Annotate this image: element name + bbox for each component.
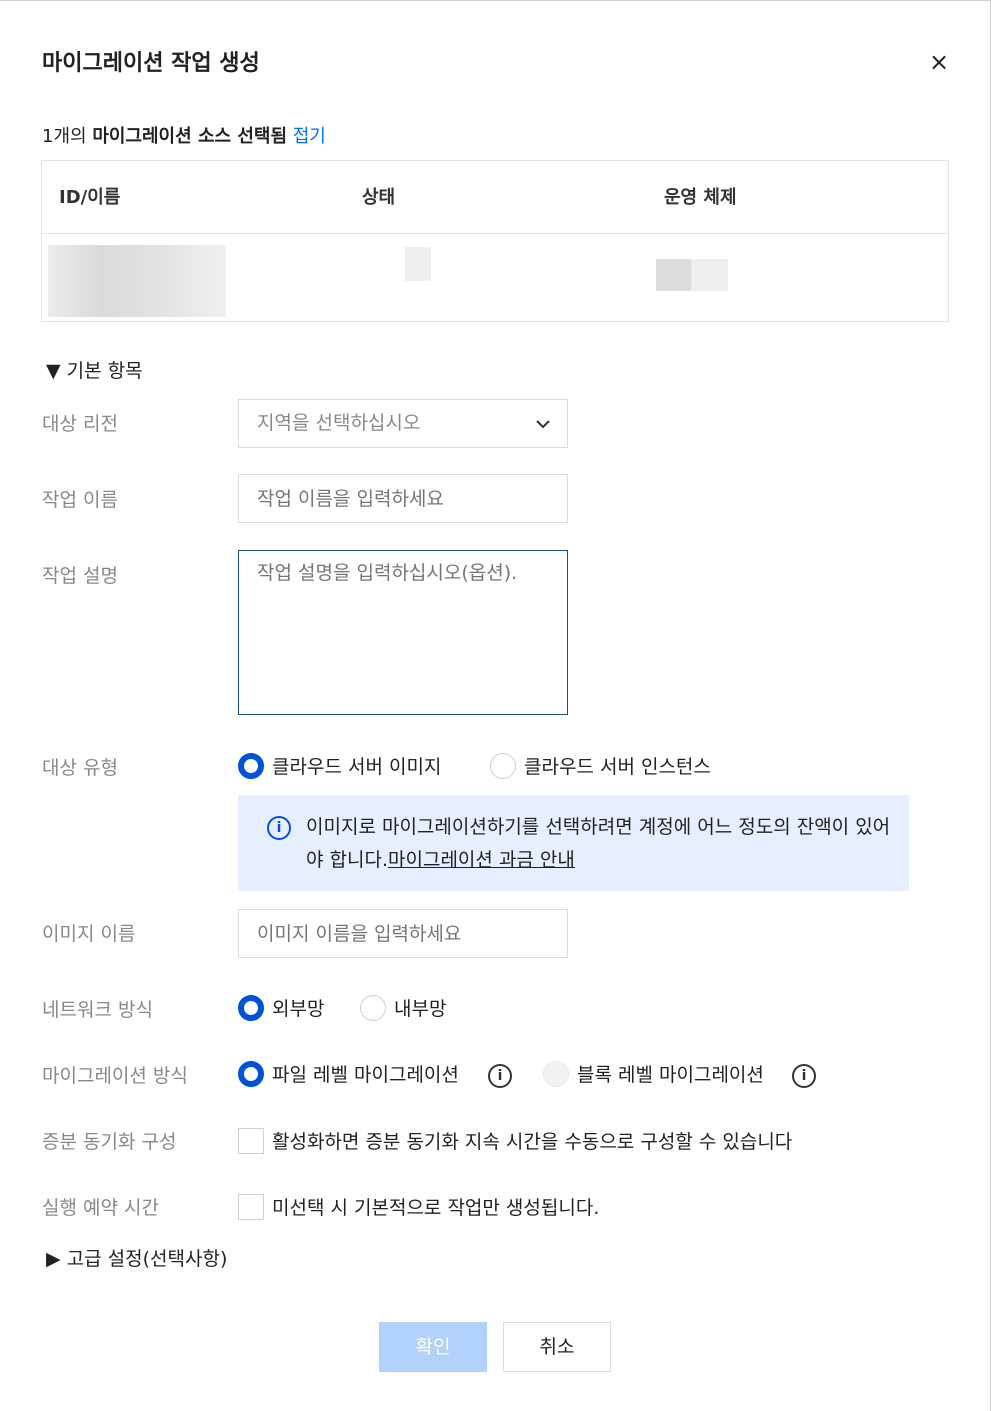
radio-external-network-label[interactable]: 외부망	[272, 994, 324, 1021]
target-type-label: 대상 유형	[42, 757, 118, 779]
redacted-status	[405, 247, 431, 281]
column-os: 운영 체제	[664, 187, 737, 208]
column-status: 상태	[362, 187, 396, 208]
column-id-name: ID/이름	[59, 187, 121, 208]
selected-text: 마이그레이션 소스 선택됨	[92, 126, 288, 147]
incremental-sync-label: 증분 동기화 구성	[42, 1131, 177, 1153]
radio-cloud-instance-label[interactable]: 클라우드 서버 인스턴스	[524, 752, 711, 779]
migration-mode-label: 마이그레이션 방식	[42, 1065, 188, 1087]
job-desc-label: 작업 설명	[42, 565, 118, 587]
job-name-input[interactable]	[238, 474, 568, 523]
notice-text: 이미지로 마이그레이션하기를 선택하려면 계정에 어느 정도의 잔액이 있어야 …	[306, 811, 896, 877]
basic-section-toggle[interactable]: ▼ 기본 항목	[46, 356, 143, 383]
radio-cloud-image-label[interactable]: 클라우드 서버 이미지	[272, 752, 441, 779]
redacted-os	[656, 259, 728, 291]
radio-internal-network[interactable]	[360, 995, 386, 1021]
image-name-input[interactable]	[238, 909, 568, 958]
job-name-label: 작업 이름	[42, 489, 118, 511]
create-migration-job-dialog: 마이그레이션 작업 생성 × 1개의 마이그레이션 소스 선택됨 접기 ID/이…	[0, 0, 991, 1411]
region-select-value: 지역을 선택하십시오	[257, 412, 421, 434]
selected-source-summary: 1개의 마이그레이션 소스 선택됨 접기	[42, 122, 326, 148]
radio-block-level-label[interactable]: 블록 레벨 마이그레이션	[577, 1060, 764, 1087]
block-level-info-icon[interactable]: i	[792, 1064, 816, 1088]
schedule-label: 실행 예약 시간	[42, 1197, 159, 1219]
selected-count: 1개의	[42, 126, 87, 147]
advanced-section-toggle[interactable]: ▶ 고급 설정(선택사항)	[46, 1244, 227, 1271]
source-table: ID/이름 상태 운영 체제	[41, 160, 949, 322]
dialog-title: 마이그레이션 작업 생성	[42, 51, 260, 76]
cancel-button[interactable]: 취소	[503, 1322, 611, 1372]
region-select[interactable]: 지역을 선택하십시오	[238, 399, 568, 448]
network-label: 네트워크 방식	[42, 999, 153, 1021]
schedule-text: 미선택 시 기본적으로 작업만 생성됩니다.	[272, 1197, 600, 1219]
file-level-info-icon[interactable]: i	[488, 1064, 512, 1088]
job-desc-textarea[interactable]	[238, 550, 568, 715]
chevron-down-icon	[535, 400, 551, 450]
image-name-label: 이미지 이름	[42, 923, 136, 945]
migration-mode-radio-group: 파일 레벨 마이그레이션 i 블록 레벨 마이그레이션 i	[238, 1060, 838, 1088]
redacted-id-name	[48, 245, 226, 317]
radio-external-network[interactable]	[238, 995, 264, 1021]
region-label: 대상 리전	[42, 413, 118, 435]
radio-internal-network-label[interactable]: 내부망	[394, 994, 446, 1021]
billing-notice: i 이미지로 마이그레이션하기를 선택하려면 계정에 어느 정도의 잔액이 있어…	[238, 795, 909, 891]
confirm-button[interactable]: 확인	[379, 1322, 487, 1372]
collapse-link[interactable]: 접기	[293, 126, 326, 147]
radio-file-level[interactable]	[238, 1061, 264, 1087]
radio-cloud-instance[interactable]	[490, 753, 516, 779]
network-radio-group: 외부망 내부망	[238, 994, 538, 1022]
radio-cloud-image[interactable]	[238, 753, 264, 779]
billing-guide-link[interactable]: 마이그레이션 과금 안내	[388, 849, 575, 871]
incremental-sync-checkbox[interactable]	[238, 1128, 264, 1154]
target-type-radio-group: 클라우드 서버 이미지 클라우드 서버 인스턴스	[238, 752, 798, 780]
table-header: ID/이름 상태 운영 체제	[42, 161, 948, 234]
close-icon[interactable]: ×	[926, 49, 952, 75]
info-icon: i	[267, 816, 291, 840]
schedule-checkbox[interactable]	[238, 1194, 264, 1220]
radio-file-level-label[interactable]: 파일 레벨 마이그레이션	[272, 1060, 459, 1087]
radio-block-level[interactable]	[543, 1061, 569, 1087]
incremental-sync-text: 활성화하면 증분 동기화 지속 시간을 수동으로 구성할 수 있습니다	[272, 1131, 793, 1153]
